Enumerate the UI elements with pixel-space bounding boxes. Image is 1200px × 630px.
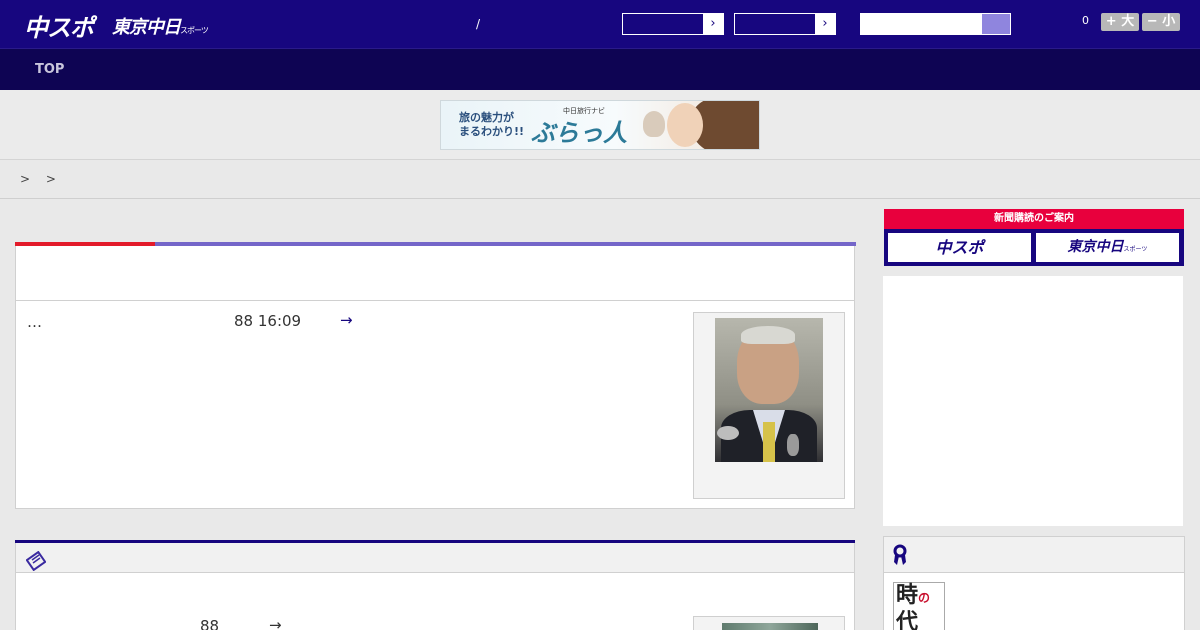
subscribe-tokyo-button[interactable]: 東京中日スポーツ [1036, 233, 1179, 262]
article-more-link[interactable]: → [340, 311, 353, 329]
banner-brand: ぶらっ人 [531, 119, 627, 147]
banner-tagline-line1: 旅の魅力が [459, 111, 514, 124]
font-larger-button[interactable]: + 大 [1101, 13, 1139, 31]
article-card: … 88 16:09 → [15, 242, 856, 509]
subscription-title: 新聞購読のご案内 [884, 209, 1184, 229]
search-box [860, 13, 1011, 35]
header-slash: / [476, 17, 481, 31]
ranking-card: 時の代 [883, 536, 1185, 630]
newspaper-icon [26, 551, 46, 571]
news-photo [722, 623, 818, 630]
site-header: 中スポ 東京中日スポーツ / › › 0 + 大 − 小 [0, 0, 1200, 48]
news-list-card: 88 → [15, 540, 855, 630]
travel-ad-banner[interactable]: 旅の魅力が まるわかり!! 中日旅行ナビ ぶらっ人 [440, 100, 760, 150]
subscribe-tokyo-small: スポーツ [1123, 246, 1148, 253]
news-photo-frame[interactable] [693, 616, 845, 630]
thumb-char-red: の [918, 591, 931, 605]
font-smaller-button[interactable]: − 小 [1142, 13, 1180, 31]
article-date: 88 16:09 [234, 312, 302, 330]
chevron-right-icon: › [703, 14, 723, 34]
accent-bar-purple [155, 242, 856, 246]
category-select-1[interactable]: › [622, 13, 724, 35]
shell-image [643, 111, 665, 137]
article-photo-frame[interactable] [693, 312, 845, 499]
breadcrumb-separators: > > [20, 172, 62, 186]
article-photo [715, 318, 823, 462]
breadcrumb: > > [0, 161, 1200, 199]
photo-hair [741, 326, 795, 344]
news-more-link[interactable]: → [269, 616, 282, 630]
main-nav: TOP [0, 48, 1200, 90]
sidebar-ad[interactable] [883, 276, 1183, 526]
thumb-char-2: 代 [896, 609, 919, 630]
thumb-char-1: 時 [896, 582, 919, 608]
news-date: 88 [200, 617, 220, 630]
tokyo-chunichi-logo[interactable]: 東京中日スポーツ [112, 13, 209, 39]
subscribe-chuspo-button[interactable]: 中スポ [888, 233, 1031, 262]
subscribe-tokyo-main: 東京中日 [1067, 239, 1124, 255]
ranking-header [884, 537, 1184, 573]
microphone-icon [787, 434, 799, 456]
news-list-header [16, 543, 854, 573]
photo-tie [763, 422, 775, 462]
microphone-icon [717, 426, 739, 440]
article-excerpt: … [27, 313, 42, 331]
chuspo-logo[interactable]: 中スポ [24, 8, 94, 43]
category-select-2[interactable]: › [734, 13, 836, 35]
model-face-image [667, 103, 703, 147]
tokyo-logo-small: スポーツ [180, 26, 209, 35]
search-button[interactable] [982, 14, 1010, 34]
chevron-right-icon: › [815, 14, 835, 34]
banner-tagline-line2: まるわかり!! [459, 125, 525, 138]
tokyo-logo-main: 東京中日 [112, 17, 181, 38]
nav-item-top[interactable]: TOP [35, 62, 64, 77]
subscription-box: 新聞購読のご案内 中スポ 東京中日スポーツ [884, 209, 1184, 266]
search-input[interactable] [861, 14, 983, 34]
book-thumbnail[interactable]: 時の代 [893, 582, 945, 630]
counter-text: 0 [1082, 14, 1089, 27]
accent-bar-red [15, 242, 155, 246]
card-divider [16, 300, 854, 301]
ribbon-icon [893, 544, 907, 565]
banner-tagline: 旅の魅力が まるわかり!! [459, 111, 524, 139]
